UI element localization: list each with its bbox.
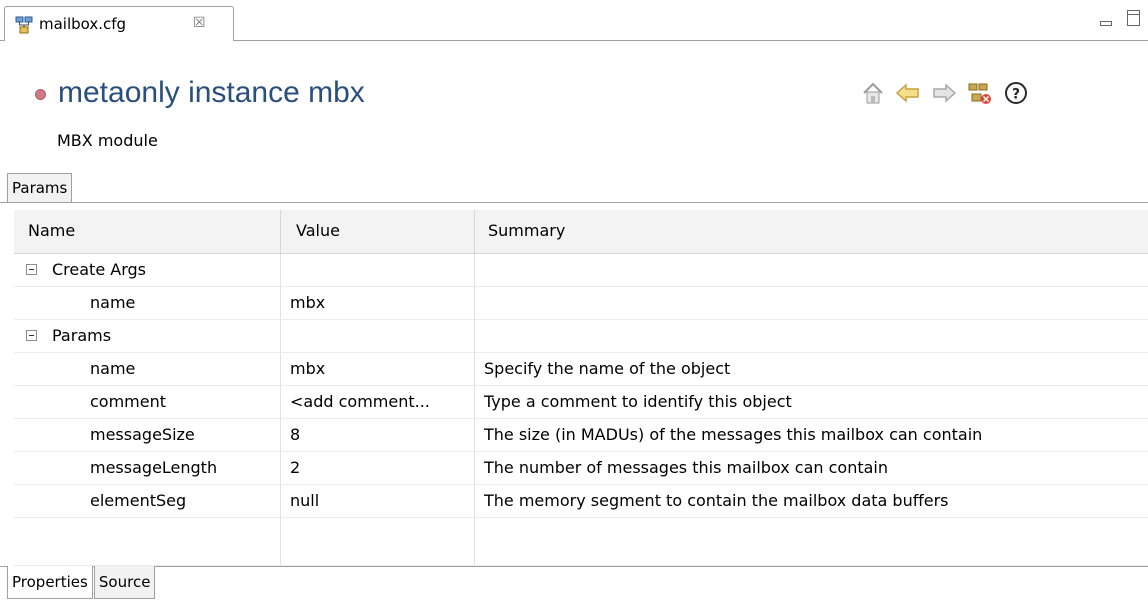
row-name: Create Args <box>52 260 146 279</box>
table-row[interactable]: name mbx <box>14 287 1148 320</box>
tab-source[interactable]: Source <box>93 566 156 599</box>
column-divider[interactable] <box>474 210 475 254</box>
bottom-tab-bar: Properties Source <box>7 566 156 603</box>
collapse-toggle-icon[interactable] <box>26 330 37 341</box>
row-name: name <box>90 359 136 378</box>
row-name: Params <box>52 326 112 345</box>
table-row[interactable]: comment <add comment... Type a comment t… <box>14 386 1148 419</box>
row-summary: Type a comment to identify this object <box>484 392 792 411</box>
status-dot <box>35 89 46 100</box>
row-value[interactable]: mbx <box>290 359 325 378</box>
divider <box>0 566 1148 567</box>
config-file-icon <box>15 16 33 34</box>
column-header-value[interactable]: Value <box>296 221 340 240</box>
row-value[interactable]: <add comment... <box>290 392 430 411</box>
table-row[interactable]: messageLength 2 The number of messages t… <box>14 452 1148 485</box>
table-body: Create Args name mbx Params name mbx Spe… <box>14 254 1148 566</box>
row-summary: Specify the name of the object <box>484 359 731 378</box>
back-arrow-icon[interactable] <box>894 78 922 110</box>
row-name: messageSize <box>90 425 195 444</box>
row-value[interactable]: mbx <box>290 293 325 312</box>
tab-params[interactable]: Params <box>7 173 73 203</box>
close-tab-icon[interactable]: ☒ <box>193 15 206 31</box>
table-row-group-create-args[interactable]: Create Args <box>14 254 1148 287</box>
editor-tab-bar: mailbox.cfg ☒ <box>0 0 1148 41</box>
row-value[interactable]: 2 <box>290 458 300 477</box>
table-row[interactable]: elementSeg null The memory segment to co… <box>14 485 1148 518</box>
table-row-group-params[interactable]: Params <box>14 320 1148 353</box>
editor-tab-label: mailbox.cfg <box>39 15 127 33</box>
table-row-empty <box>14 518 1148 566</box>
row-name: messageLength <box>90 458 218 477</box>
window-controls <box>1090 10 1140 30</box>
row-name: name <box>90 293 136 312</box>
column-divider[interactable] <box>280 210 281 254</box>
table-header: Name Value Summary <box>14 210 1148 254</box>
tab-properties[interactable]: Properties <box>7 566 93 599</box>
row-summary: The number of messages this mailbox can … <box>484 458 888 477</box>
help-icon[interactable]: ? <box>1002 78 1030 110</box>
row-name: comment <box>90 392 167 411</box>
page-title: metaonly instance mbx <box>58 76 365 109</box>
column-header-name[interactable]: Name <box>28 221 75 240</box>
table-row[interactable]: messageSize 8 The size (in MADUs) of the… <box>14 419 1148 452</box>
home-icon[interactable] <box>860 78 888 110</box>
row-summary: The size (in MADUs) of the messages this… <box>484 425 983 444</box>
module-subtitle: MBX module <box>57 131 158 150</box>
row-value[interactable]: 8 <box>290 425 300 444</box>
forward-arrow-icon[interactable] <box>930 78 958 110</box>
maximize-icon[interactable] <box>1127 10 1140 26</box>
minimize-icon[interactable] <box>1099 21 1112 26</box>
column-header-summary[interactable]: Summary <box>488 221 565 240</box>
row-value[interactable]: null <box>290 491 319 510</box>
editor-tab-mailbox-cfg[interactable]: mailbox.cfg ☒ <box>4 6 234 41</box>
remove-config-icon[interactable] <box>966 78 994 110</box>
collapse-toggle-icon[interactable] <box>26 264 37 275</box>
row-summary: The memory segment to contain the mailbo… <box>484 491 949 510</box>
row-name: elementSeg <box>90 491 187 510</box>
divider <box>0 202 1148 203</box>
table-row[interactable]: name mbx Specify the name of the object <box>14 353 1148 386</box>
svg-text:?: ? <box>1012 87 1020 103</box>
